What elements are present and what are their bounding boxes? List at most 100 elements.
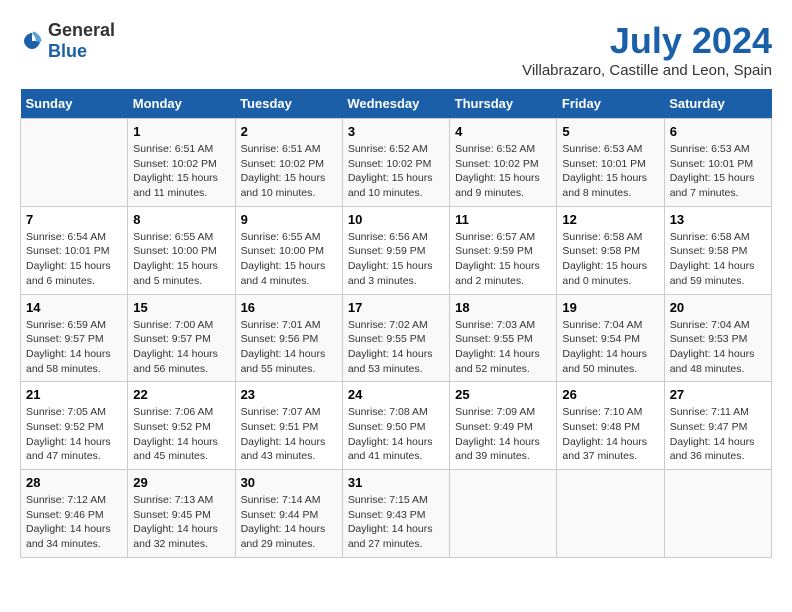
calendar-day-cell: 15Sunrise: 7:00 AMSunset: 9:57 PMDayligh…	[128, 294, 235, 382]
calendar-day-cell: 29 Sunrise: 7:13 AMSunset: 9:45 PMDayligh…	[128, 470, 235, 558]
day-number: 11	[455, 212, 551, 227]
weekday-header: Wednesday	[342, 89, 449, 119]
day-info: Sunrise: 6:53 AMSunset: 10:01 PMDaylight…	[562, 142, 658, 201]
calendar-week-row: 21Sunrise: 7:05 AMSunset: 9:52 PMDayligh…	[21, 382, 772, 470]
calendar-day-cell: 17 Sunrise: 7:02 AMSunset: 9:55 PMDayligh…	[342, 294, 449, 382]
day-info: Sunrise: 7:09 AMSunset: 9:49 PMDaylight:…	[455, 405, 551, 464]
day-info: Sunrise: 6:51 AMSunset: 10:02 PMDaylight…	[241, 142, 337, 201]
logo-icon	[20, 29, 44, 53]
main-title: July 2024	[522, 20, 772, 62]
day-number: 18	[455, 300, 551, 315]
calendar-week-row: 28 Sunrise: 7:12 AMSunset: 9:46 PMDayligh…	[21, 470, 772, 558]
logo: General Blue	[20, 20, 115, 62]
calendar-day-cell: 22Sunrise: 7:06 AMSunset: 9:52 PMDayligh…	[128, 382, 235, 470]
day-number: 12	[562, 212, 658, 227]
day-number: 1	[133, 124, 229, 139]
calendar-day-cell: 14 Sunrise: 6:59 AMSunset: 9:57 PMDayligh…	[21, 294, 128, 382]
calendar-day-cell: 21Sunrise: 7:05 AMSunset: 9:52 PMDayligh…	[21, 382, 128, 470]
day-info: Sunrise: 7:02 AMSunset: 9:55 PMDaylight:…	[348, 318, 444, 377]
weekday-header: Monday	[128, 89, 235, 119]
day-number: 2	[241, 124, 337, 139]
day-number: 29	[133, 475, 229, 490]
subtitle: Villabrazaro, Castille and Leon, Spain	[522, 62, 772, 79]
day-number: 5	[562, 124, 658, 139]
day-info: Sunrise: 7:14 AMSunset: 9:44 PMDaylight:…	[241, 493, 337, 552]
calendar-day-cell	[450, 470, 557, 558]
day-number: 3	[348, 124, 444, 139]
calendar-week-row: 1 Sunrise: 6:51 AMSunset: 10:02 PMDayligh…	[21, 119, 772, 207]
day-info: Sunrise: 7:12 AMSunset: 9:46 PMDaylight:…	[26, 493, 122, 552]
day-number: 8	[133, 212, 229, 227]
day-number: 25	[455, 387, 551, 402]
calendar-day-cell: 24 Sunrise: 7:08 AMSunset: 9:50 PMDayligh…	[342, 382, 449, 470]
day-number: 24	[348, 387, 444, 402]
logo-general: General	[48, 20, 115, 40]
calendar-day-cell: 19Sunrise: 7:04 AMSunset: 9:54 PMDayligh…	[557, 294, 664, 382]
day-number: 10	[348, 212, 444, 227]
day-number: 26	[562, 387, 658, 402]
day-number: 30	[241, 475, 337, 490]
day-number: 19	[562, 300, 658, 315]
calendar-day-cell: 2 Sunrise: 6:51 AMSunset: 10:02 PMDayligh…	[235, 119, 342, 207]
calendar-day-cell: 10 Sunrise: 6:56 AMSunset: 9:59 PMDayligh…	[342, 206, 449, 294]
calendar-day-cell: 31Sunrise: 7:15 AMSunset: 9:43 PMDayligh…	[342, 470, 449, 558]
logo-blue: Blue	[48, 41, 87, 61]
weekday-header: Saturday	[664, 89, 771, 119]
calendar-day-cell: 20Sunrise: 7:04 AMSunset: 9:53 PMDayligh…	[664, 294, 771, 382]
day-info: Sunrise: 6:54 AMSunset: 10:01 PMDaylight…	[26, 230, 122, 289]
day-number: 23	[241, 387, 337, 402]
day-info: Sunrise: 7:03 AMSunset: 9:55 PMDaylight:…	[455, 318, 551, 377]
day-info: Sunrise: 7:08 AMSunset: 9:50 PMDaylight:…	[348, 405, 444, 464]
day-info: Sunrise: 7:13 AMSunset: 9:45 PMDaylight:…	[133, 493, 229, 552]
day-number: 16	[241, 300, 337, 315]
day-info: Sunrise: 7:07 AMSunset: 9:51 PMDaylight:…	[241, 405, 337, 464]
calendar-day-cell	[664, 470, 771, 558]
day-number: 20	[670, 300, 766, 315]
weekday-header: Tuesday	[235, 89, 342, 119]
calendar-day-cell: 7 Sunrise: 6:54 AMSunset: 10:01 PMDayligh…	[21, 206, 128, 294]
calendar-day-cell: 4Sunrise: 6:52 AMSunset: 10:02 PMDayligh…	[450, 119, 557, 207]
day-info: Sunrise: 7:01 AMSunset: 9:56 PMDaylight:…	[241, 318, 337, 377]
calendar-day-cell: 5 Sunrise: 6:53 AMSunset: 10:01 PMDayligh…	[557, 119, 664, 207]
day-info: Sunrise: 6:58 AMSunset: 9:58 PMDaylight:…	[670, 230, 766, 289]
calendar-day-cell: 3 Sunrise: 6:52 AMSunset: 10:02 PMDayligh…	[342, 119, 449, 207]
calendar-day-cell: 1 Sunrise: 6:51 AMSunset: 10:02 PMDayligh…	[128, 119, 235, 207]
calendar-day-cell: 23 Sunrise: 7:07 AMSunset: 9:51 PMDayligh…	[235, 382, 342, 470]
calendar-week-row: 14 Sunrise: 6:59 AMSunset: 9:57 PMDayligh…	[21, 294, 772, 382]
day-info: Sunrise: 6:52 AMSunset: 10:02 PMDaylight…	[348, 142, 444, 201]
title-section: July 2024 Villabrazaro, Castille and Leo…	[522, 20, 772, 79]
calendar-day-cell: 27Sunrise: 7:11 AMSunset: 9:47 PMDayligh…	[664, 382, 771, 470]
day-number: 13	[670, 212, 766, 227]
day-info: Sunrise: 7:15 AMSunset: 9:43 PMDaylight:…	[348, 493, 444, 552]
day-number: 9	[241, 212, 337, 227]
day-number: 22	[133, 387, 229, 402]
calendar-day-cell	[21, 119, 128, 207]
calendar-day-cell: 9Sunrise: 6:55 AMSunset: 10:00 PMDayligh…	[235, 206, 342, 294]
day-info: Sunrise: 6:56 AMSunset: 9:59 PMDaylight:…	[348, 230, 444, 289]
day-info: Sunrise: 6:59 AMSunset: 9:57 PMDaylight:…	[26, 318, 122, 377]
calendar-day-cell: 12 Sunrise: 6:58 AMSunset: 9:58 PMDayligh…	[557, 206, 664, 294]
day-number: 15	[133, 300, 229, 315]
day-number: 7	[26, 212, 122, 227]
day-number: 4	[455, 124, 551, 139]
logo-text: General Blue	[48, 20, 115, 62]
day-info: Sunrise: 7:10 AMSunset: 9:48 PMDaylight:…	[562, 405, 658, 464]
weekday-header: Thursday	[450, 89, 557, 119]
calendar-header-row: SundayMondayTuesdayWednesdayThursdayFrid…	[21, 89, 772, 119]
day-info: Sunrise: 6:55 AMSunset: 10:00 PMDaylight…	[133, 230, 229, 289]
day-info: Sunrise: 6:51 AMSunset: 10:02 PMDaylight…	[133, 142, 229, 201]
day-info: Sunrise: 6:58 AMSunset: 9:58 PMDaylight:…	[562, 230, 658, 289]
weekday-header: Friday	[557, 89, 664, 119]
day-info: Sunrise: 7:11 AMSunset: 9:47 PMDaylight:…	[670, 405, 766, 464]
day-number: 28	[26, 475, 122, 490]
day-info: Sunrise: 7:05 AMSunset: 9:52 PMDaylight:…	[26, 405, 122, 464]
calendar-day-cell: 11Sunrise: 6:57 AMSunset: 9:59 PMDayligh…	[450, 206, 557, 294]
day-info: Sunrise: 6:53 AMSunset: 10:01 PMDaylight…	[670, 142, 766, 201]
day-number: 17	[348, 300, 444, 315]
calendar-week-row: 7 Sunrise: 6:54 AMSunset: 10:01 PMDayligh…	[21, 206, 772, 294]
calendar-day-cell: 30 Sunrise: 7:14 AMSunset: 9:44 PMDayligh…	[235, 470, 342, 558]
calendar-table: SundayMondayTuesdayWednesdayThursdayFrid…	[20, 89, 772, 558]
calendar-day-cell: 28 Sunrise: 7:12 AMSunset: 9:46 PMDayligh…	[21, 470, 128, 558]
day-number: 14	[26, 300, 122, 315]
page-header: General Blue July 2024 Villabrazaro, Cas…	[20, 20, 772, 79]
